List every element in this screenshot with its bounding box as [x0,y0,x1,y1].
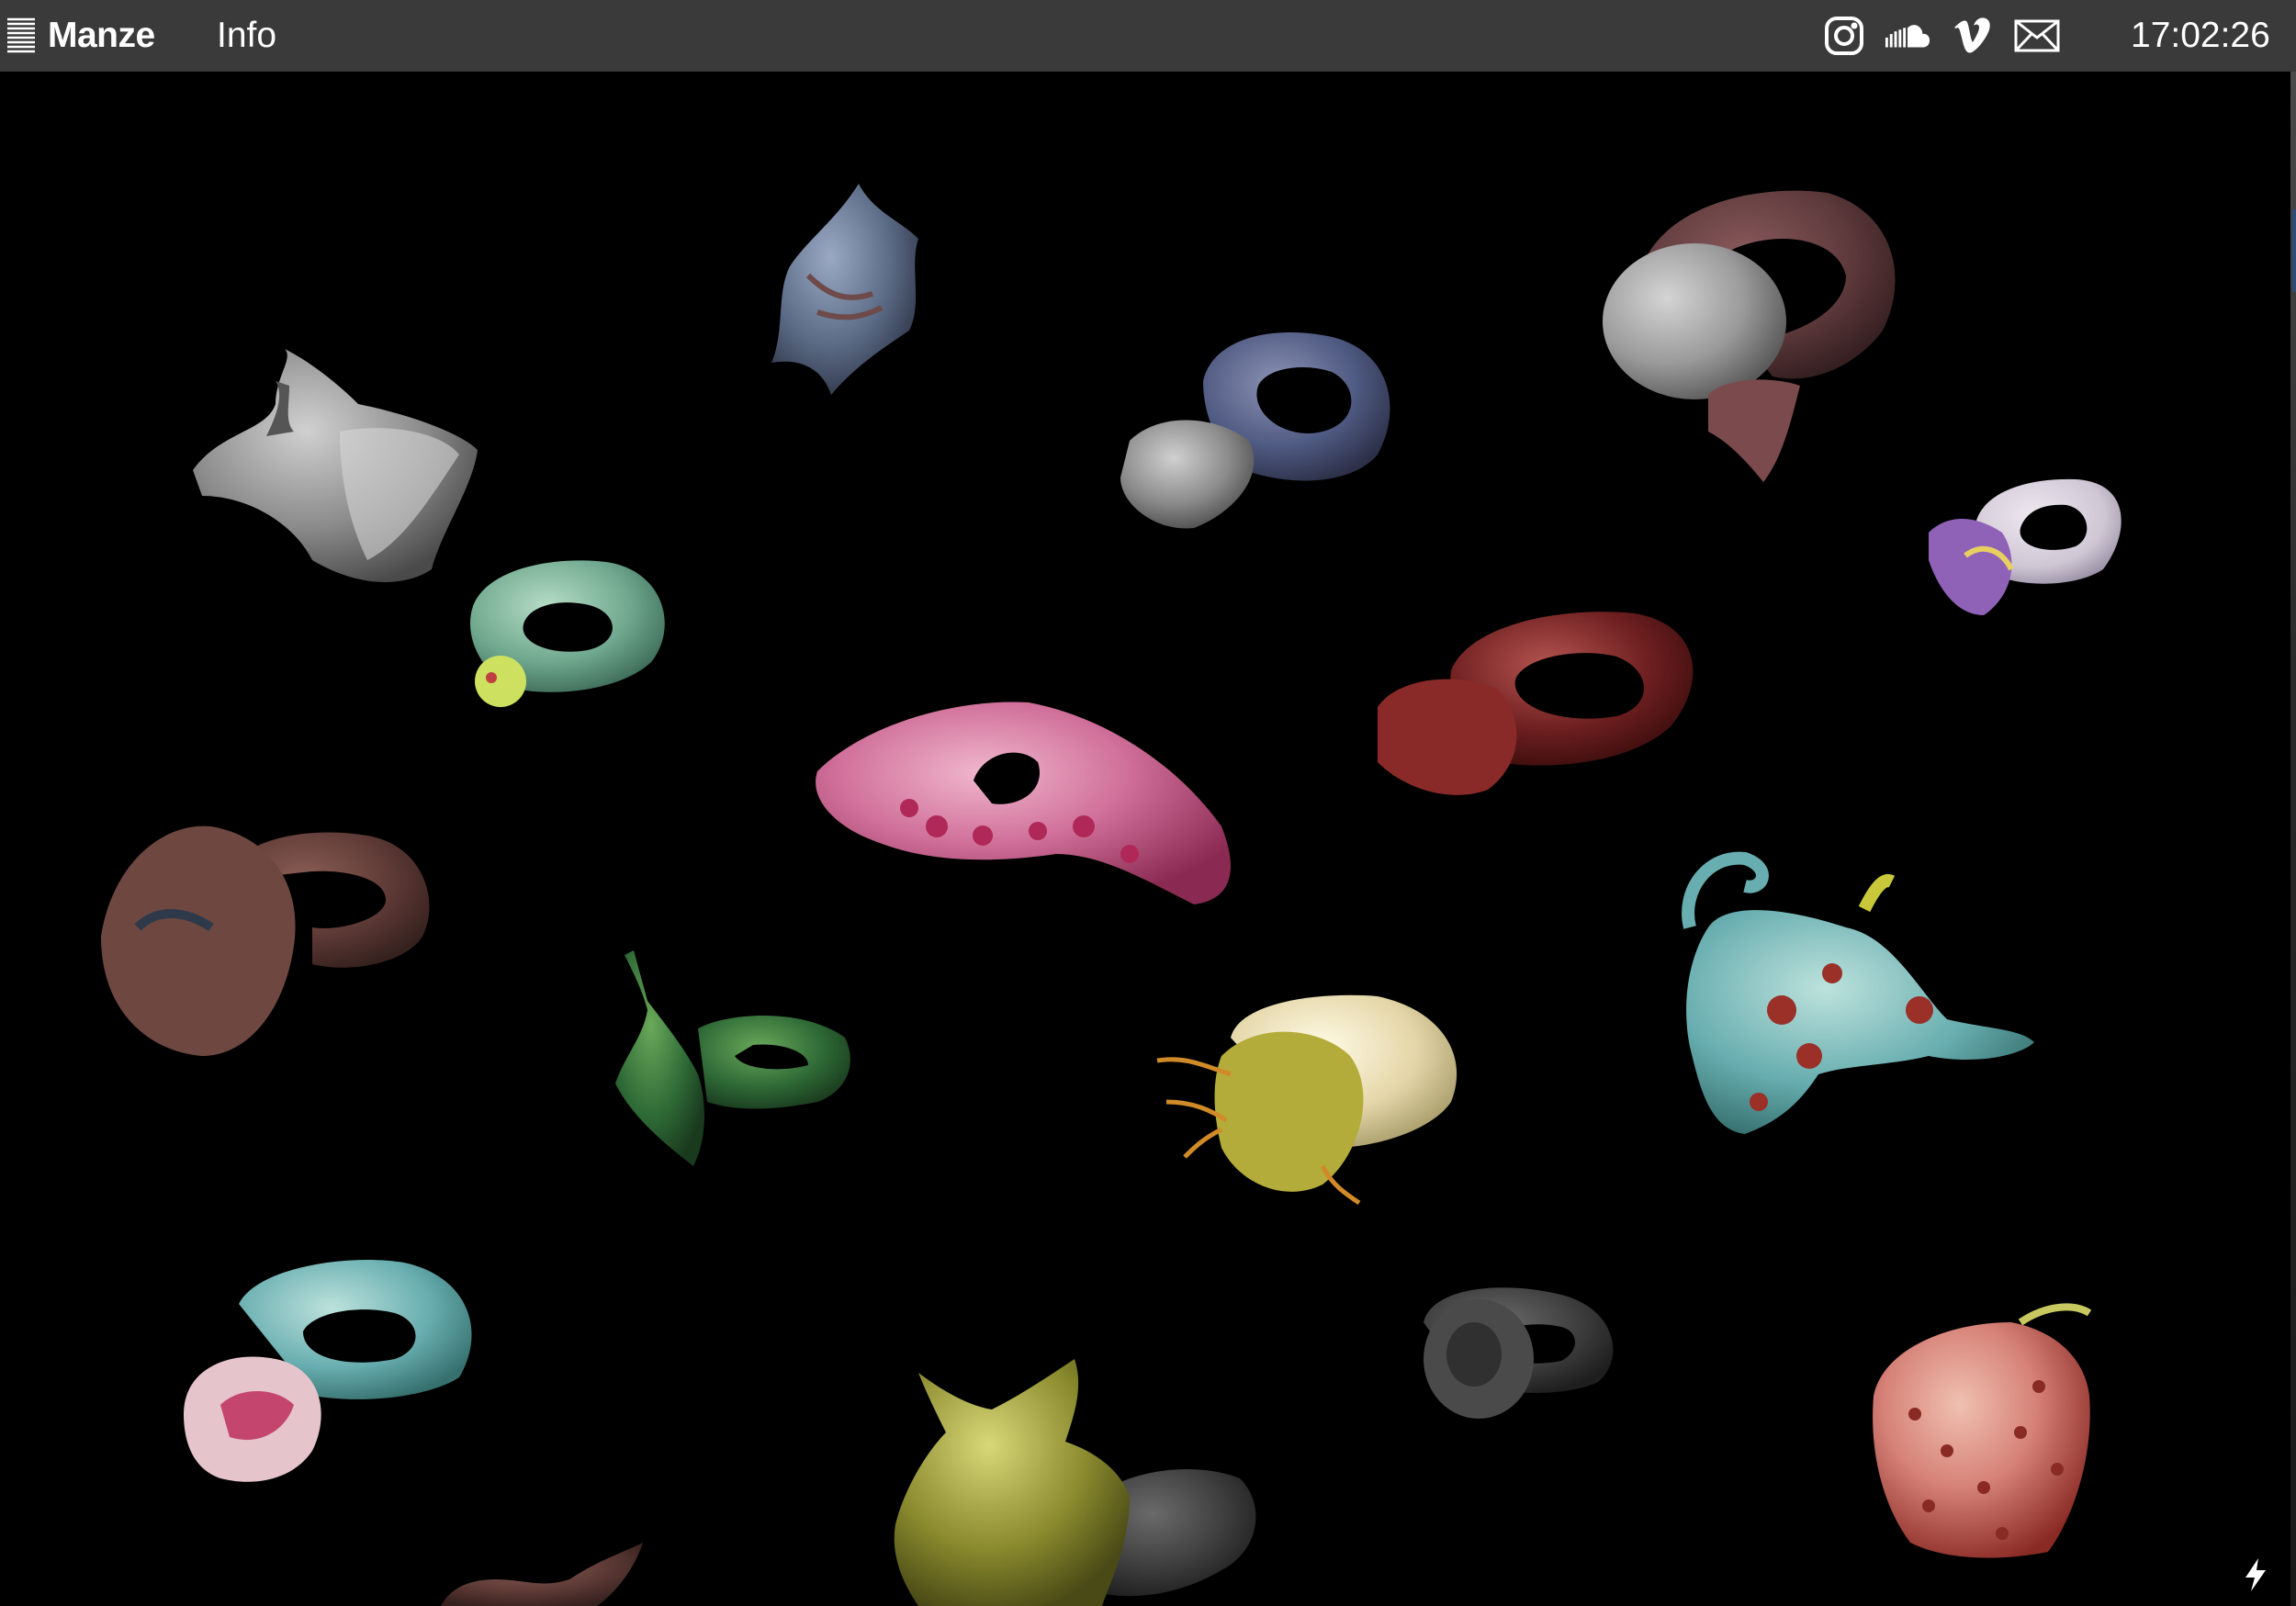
crimson-ring[interactable] [1378,612,1694,795]
pink-tentacle-ring[interactable] [816,702,1231,904]
grey-ruffled-ring[interactable] [193,349,478,582]
dark-grey-ring[interactable] [1424,1287,1614,1419]
teal-octopus-ring[interactable] [1682,851,2034,1134]
lavender-ring[interactable] [1929,478,2122,615]
soundcloud-icon[interactable] [1885,0,1930,72]
instagram-icon[interactable] [1821,0,1867,72]
partial-brown-ring[interactable] [441,1543,643,1606]
menu-icon[interactable] [6,0,40,72]
brand-logo[interactable]: Manze [48,0,155,72]
top-bar: Manze Info 17:02:26 [0,0,2296,72]
blue-spiky-ring[interactable] [771,184,918,395]
ring-gallery [101,184,2122,1606]
green-leaf-ring[interactable] [615,950,850,1166]
navy-knot-ring[interactable] [1120,332,1390,529]
clock-display: 17:02:26 [2131,16,2270,55]
lightning-icon[interactable] [2243,1557,2268,1592]
mail-icon[interactable] [2014,0,2060,72]
rust-knotted-ring[interactable] [101,825,430,1056]
vimeo-icon[interactable] [1950,0,1996,72]
nav-info-link[interactable]: Info [217,0,276,72]
grey-bulb-maroon-ring[interactable] [1603,190,1896,482]
olive-spiky-ring[interactable] [894,1359,1256,1606]
yellow-noodle-ring[interactable] [1156,994,1458,1206]
coral-textured-ring[interactable] [1873,1303,2092,1558]
teal-pink-flower-ring[interactable] [184,1260,472,1482]
mint-ring[interactable] [470,560,665,707]
